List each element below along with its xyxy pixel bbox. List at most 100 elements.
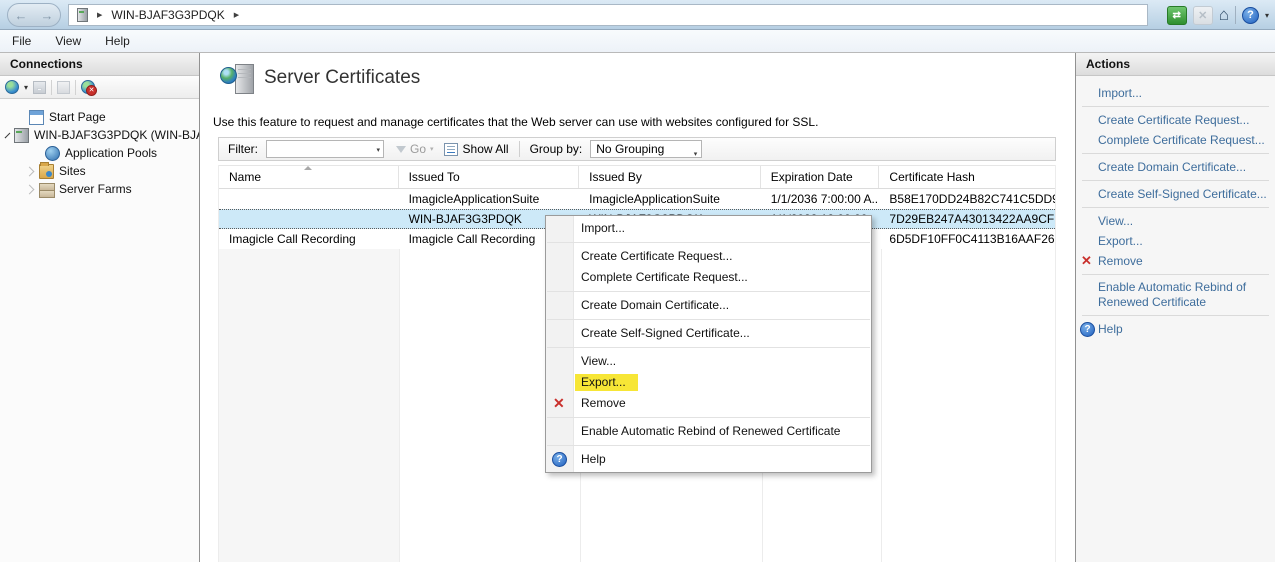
action-view[interactable]: View... [1076,211,1275,231]
actions-divider [1082,153,1269,154]
menu-item-export-highlighted[interactable]: Export... [546,372,871,393]
iis-manager-window: ← → ▶ WIN-BJAF3G3PDQK ▶ ⇄ ✕ ⌂ ? ▾ File V… [0,0,1275,562]
filter-combobox[interactable]: ▾ [258,140,384,158]
home-icon[interactable]: ⌂ [1219,5,1229,25]
action-create-certificate-request[interactable]: Create Certificate Request... [1076,110,1275,130]
breadcrumb[interactable]: ▶ WIN-BJAF3G3PDQK ▶ [68,4,1148,26]
menu-bar: File View Help [0,30,1275,53]
help-icon[interactable]: ? [1242,7,1259,24]
menu-item-help[interactable]: ? Help [546,449,871,470]
sort-ascending-icon [304,166,312,170]
actions-list: Import... Create Certificate Request... … [1076,76,1275,339]
breadcrumb-server-name[interactable]: WIN-BJAF3G3PDQK [111,8,224,22]
go-dropdown-icon: ▾ [430,145,434,153]
action-remove[interactable]: ✕ Remove [1076,251,1275,271]
tree-item-server-farms[interactable]: Server Farms [0,180,199,198]
menu-item-view[interactable]: View... [546,351,871,372]
help-icon: ? [1080,322,1095,337]
column-header-expiration-date[interactable]: Expiration Date [761,166,880,188]
group-by-dropdown-icon[interactable]: ▾ [694,147,698,163]
navigation-bar: ← → ▶ WIN-BJAF3G3PDQK ▶ ⇄ ✕ ⌂ ? ▾ [0,0,1275,30]
group-by-select[interactable]: No Grouping ▾ [590,140,702,158]
actions-divider [1082,315,1269,316]
collapse-icon[interactable] [5,132,11,138]
filter-dropdown-icon[interactable]: ▾ [376,146,380,154]
stop-icon-disabled: ✕ [1193,6,1213,25]
sites-folder-icon [39,164,54,179]
tree-item-application-pools[interactable]: Application Pools [0,144,199,162]
menu-item-create-domain-certificate[interactable]: Create Domain Certificate... [546,295,871,316]
go-filter-icon [396,146,406,153]
action-export[interactable]: Export... [1076,231,1275,251]
context-menu: Import... Create Certificate Request... … [545,215,872,473]
menu-item-enable-automatic-rebind[interactable]: Enable Automatic Rebind of Renewed Certi… [546,421,871,442]
column-header-issued-to[interactable]: Issued To [399,166,580,188]
menu-help[interactable]: Help [93,34,142,48]
actions-divider [1082,207,1269,208]
toolbar-divider [51,80,52,95]
help-icon: ? [552,452,567,467]
menu-file[interactable]: File [0,34,43,48]
server-certificates-icon [220,64,258,96]
menu-item-create-certificate-request[interactable]: Create Certificate Request... [546,246,871,267]
menu-divider [547,347,870,348]
show-all-icon[interactable] [444,143,458,156]
create-connection-dropdown-icon[interactable]: ▾ [24,83,28,92]
menu-divider [547,319,870,320]
menu-divider [547,242,870,243]
tree-item-start-page[interactable]: Start Page [0,108,199,126]
toolbar-divider [75,80,76,95]
sorted-column-shade [219,249,399,562]
toolbar-divider [519,141,520,157]
expand-icon[interactable] [25,184,35,194]
action-help[interactable]: ? Help [1076,319,1275,339]
actions-divider [1082,180,1269,181]
menu-item-import[interactable]: Import... [546,218,871,239]
menu-item-create-self-signed-certificate[interactable]: Create Self-Signed Certificate... [546,323,871,344]
column-header-certificate-hash[interactable]: Certificate Hash [879,166,1055,188]
disconnect-icon[interactable] [81,80,95,94]
menu-divider [547,291,870,292]
server-icon [77,8,88,22]
show-all-button[interactable]: Show All [463,142,509,156]
table-row[interactable]: ImagicleApplicationSuite ImagicleApplica… [219,189,1055,209]
action-import[interactable]: Import... [1076,83,1275,103]
help-dropdown-icon[interactable]: ▾ [1265,11,1269,20]
tree-item-server[interactable]: WIN-BJAF3G3PDQK (WIN-BJA [0,126,199,144]
menu-divider [547,417,870,418]
breadcrumb-arrow-icon[interactable]: ▶ [234,11,239,19]
tree-item-sites[interactable]: Sites [0,162,199,180]
forward-icon[interactable]: → [41,9,54,22]
topbar-buttons: ⇄ ✕ ⌂ ? ▾ [1167,4,1269,26]
create-connection-icon[interactable] [5,80,19,94]
action-create-self-signed-certificate[interactable]: Create Self-Signed Certificate... [1076,184,1275,204]
connections-header: Connections [0,53,199,76]
application-pools-icon [45,146,60,161]
remove-icon: ✕ [1081,254,1092,268]
connections-panel: Connections ▾ Start Page WIN-BJAF3G3PDQK… [0,53,200,562]
column-header-name[interactable]: Name [219,166,399,188]
remove-icon: ✕ [553,396,565,411]
expand-icon[interactable] [25,166,35,176]
back-icon[interactable]: ← [15,9,28,22]
action-complete-certificate-request[interactable]: Complete Certificate Request... [1076,130,1275,150]
filter-input[interactable] [266,140,384,158]
up-level-icon-disabled [57,81,70,94]
column-header-issued-by[interactable]: Issued By [579,166,761,188]
menu-view[interactable]: View [43,34,93,48]
menu-item-remove[interactable]: ✕ Remove [546,393,871,414]
list-header: Name Issued To Issued By Expiration Date… [219,165,1055,189]
server-node-icon [14,128,29,143]
breadcrumb-arrow-icon[interactable]: ▶ [97,11,102,19]
yellow-highlight[interactable]: Export... [575,374,638,391]
action-create-domain-certificate[interactable]: Create Domain Certificate... [1076,157,1275,177]
nav-history-buttons: ← → [7,3,61,27]
group-by-label: Group by: [530,142,583,156]
menu-divider [547,445,870,446]
actions-header: Actions [1076,53,1275,76]
menu-item-complete-certificate-request[interactable]: Complete Certificate Request... [546,267,871,288]
actions-divider [1082,106,1269,107]
restart-icon[interactable]: ⇄ [1167,6,1187,25]
go-button-disabled: Go [410,142,426,156]
action-enable-automatic-rebind[interactable]: Enable Automatic Rebind of Renewed Certi… [1076,278,1261,312]
